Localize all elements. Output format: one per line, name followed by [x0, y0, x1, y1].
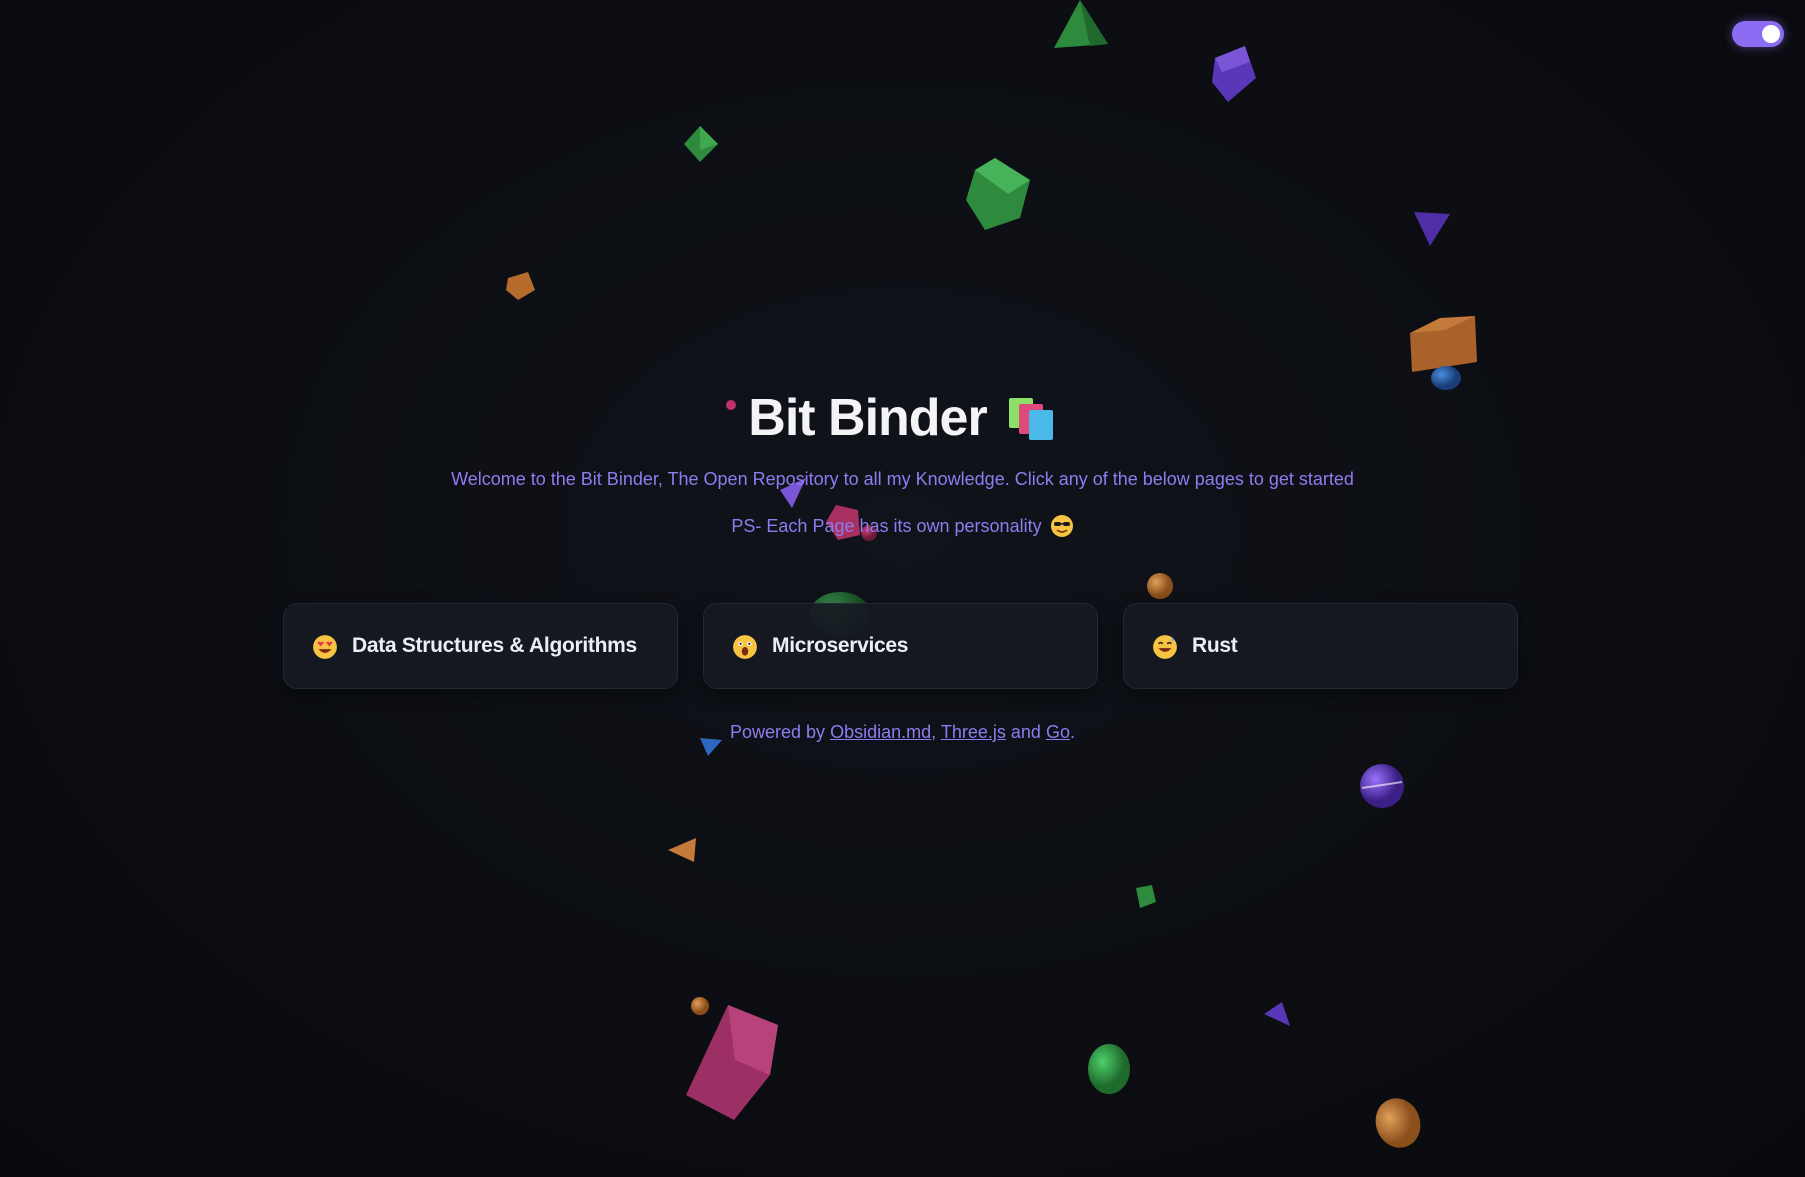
theme-toggle-switch[interactable]	[1732, 21, 1784, 47]
card-label: Rust	[1192, 634, 1238, 657]
page: Bit Binder Welcome to the Bit Binder, Th…	[0, 0, 1805, 1177]
footer-prefix: Powered by	[730, 722, 826, 742]
page-cards: Data Structures & Algorithms Microservic…	[283, 603, 1523, 689]
green-egg-shape	[1088, 1044, 1130, 1094]
orange-egg-shape	[1375, 1098, 1421, 1148]
card-label: Microservices	[772, 634, 909, 657]
title-row: Bit Binder	[0, 385, 1805, 451]
card-microservices[interactable]: Microservices	[703, 603, 1098, 689]
ps-line: PS- Each Page has its own personality	[0, 514, 1805, 538]
orange-cube-small-shape	[506, 272, 535, 300]
card-data-structures-algorithms[interactable]: Data Structures & Algorithms	[283, 603, 678, 689]
obsidian-link[interactable]: Obsidian.md	[830, 722, 931, 742]
hero-section: Bit Binder Welcome to the Bit Binder, Th…	[0, 385, 1805, 538]
card-label: Data Structures & Algorithms	[352, 634, 637, 657]
footer-separator: ,	[931, 722, 937, 742]
footer-and: and	[1010, 722, 1041, 742]
orange-sphere-shape	[1147, 573, 1173, 599]
welcome-subtitle: Welcome to the Bit Binder, The Open Repo…	[451, 469, 1354, 489]
ps-text: PS- Each Page has its own personality	[731, 515, 1042, 536]
footer: Powered by Obsidian.md, Three.js and Go.	[0, 722, 1805, 743]
orange-cone-shape	[668, 838, 696, 862]
go-link[interactable]: Go	[1046, 722, 1070, 742]
card-rust[interactable]: Rust	[1123, 603, 1518, 689]
purple-triangle-small-shape	[1264, 1002, 1290, 1026]
books-icon	[1005, 394, 1057, 442]
purple-triangle-shape	[1414, 212, 1450, 246]
sunglasses-face-icon	[1050, 514, 1074, 538]
green-cube-tiny-shape	[1136, 885, 1156, 908]
page-title: Bit Binder	[748, 389, 987, 447]
toggle-knob	[1762, 25, 1780, 43]
footer-suffix: .	[1069, 722, 1075, 742]
heart-eyes-face-icon	[312, 634, 337, 659]
threejs-link[interactable]: Three.js	[941, 722, 1006, 742]
sweat-smile-face-icon	[1152, 634, 1177, 659]
floating-3d-shapes-background	[506, 0, 1477, 1148]
screaming-face-icon	[732, 634, 757, 659]
